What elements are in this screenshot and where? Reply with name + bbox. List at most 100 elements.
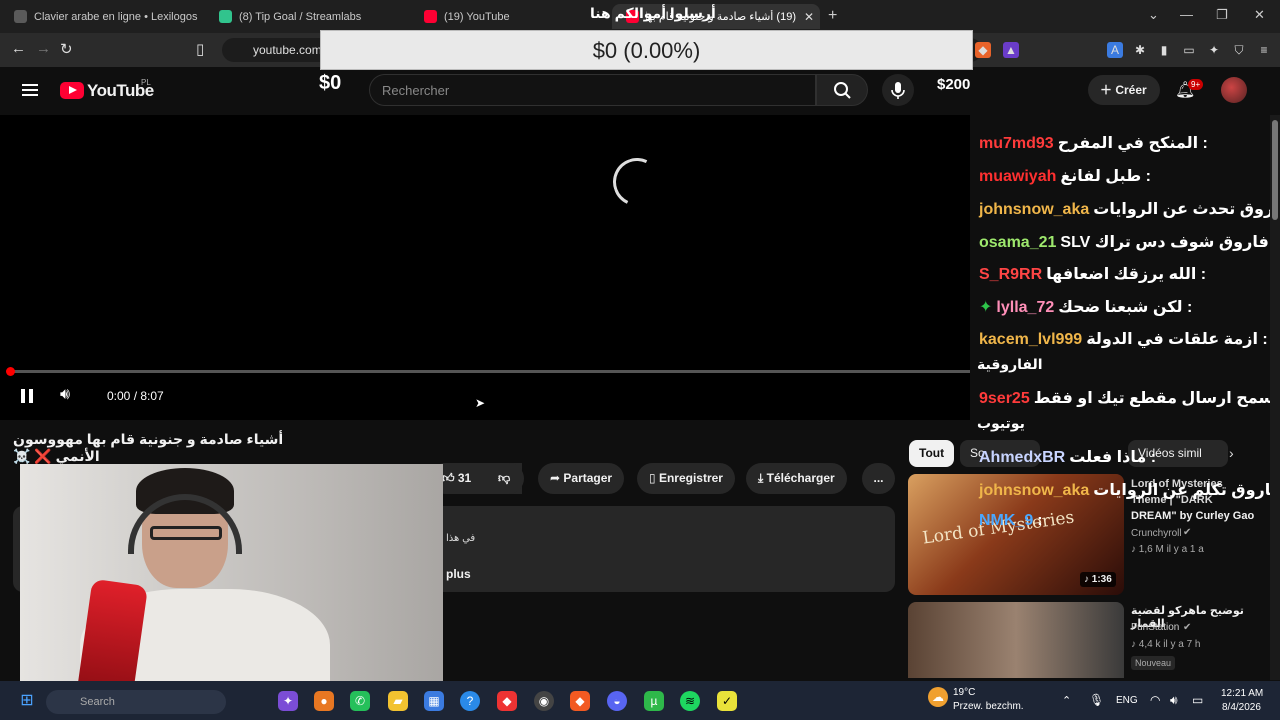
bookmark-icon[interactable]: ▯ <box>196 40 204 58</box>
tray-chevron-icon[interactable]: ⌃ <box>1062 694 1071 707</box>
wifi-icon[interactable]: ◠ <box>1150 693 1160 707</box>
volume-icon[interactable]: 🔊︎ <box>60 386 70 404</box>
utorrent-icon[interactable]: µ <box>644 691 664 711</box>
new-tab-button[interactable]: + <box>828 7 837 25</box>
voice-search-button[interactable] <box>882 74 914 106</box>
firefox-icon[interactable]: ● <box>314 691 334 711</box>
youtube-header: YouTube PL ＋ Créer 🔔︎ 9+ <box>0 67 1280 115</box>
search-placeholder: Rechercher <box>382 83 450 98</box>
tab-title: Clavier arabe en ligne • Lexilogos <box>34 10 198 23</box>
translate-extension-icon[interactable]: A <box>1107 42 1123 58</box>
extensions-icon[interactable]: ✱ <box>1132 42 1148 58</box>
brave-shield-icon[interactable]: ◆ <box>975 42 991 58</box>
scrollbar-thumb[interactable] <box>1272 120 1278 220</box>
battery-icon[interactable]: ▭ <box>1192 693 1203 707</box>
tab-lexilogos[interactable]: Clavier arabe en ligne • Lexilogos <box>0 4 205 29</box>
discord-icon[interactable]: ◒ <box>607 691 627 711</box>
menu-icon[interactable]: ≡ <box>1256 42 1272 58</box>
weather-temp: 19°C <box>953 687 976 698</box>
chat-username: mu7md93 <box>979 135 1054 152</box>
chat-message: ✦ lylla_72: لكن شبعنا ضحك <box>979 297 1192 317</box>
video-progress-bar[interactable] <box>10 370 970 373</box>
keyboard-language[interactable]: ENG <box>1116 695 1138 706</box>
vpn-icon[interactable]: ⛉ <box>1231 42 1247 58</box>
pause-icon[interactable] <box>21 389 33 403</box>
brave-rewards-icon[interactable]: ▲ <box>1003 42 1019 58</box>
forward-arrow-icon[interactable]: → <box>36 40 51 57</box>
video-player[interactable] <box>0 115 970 420</box>
chip-all[interactable]: Tout <box>909 440 955 467</box>
maximize-icon[interactable]: ❐ <box>1216 7 1228 23</box>
chat-message: mu7md93: المنكح في المفرح <box>979 133 1208 153</box>
brave-taskbar-icon[interactable]: ◆ <box>570 691 590 711</box>
recommended-channel-2[interactable]: FunStation <box>1131 622 1179 633</box>
back-arrow-icon[interactable]: ← <box>11 40 26 57</box>
recommended-title-1c[interactable]: DREAM" by Curley Gao <box>1131 510 1254 522</box>
reload-icon[interactable]: ↻ <box>60 40 73 58</box>
chat-text: : فاروق تكلم عن الروايات <box>1093 482 1280 499</box>
description-more-link[interactable]: plus <box>446 567 471 581</box>
file-explorer-icon[interactable]: ▰ <box>388 691 408 711</box>
windows-start-icon[interactable]: ⊞ <box>17 691 37 711</box>
chat-message: muawiyah: طبل لفانغ <box>979 166 1151 186</box>
taskbar-search[interactable]: Search <box>46 690 226 714</box>
recommended-channel-1[interactable]: Crunchyroll <box>1131 528 1182 539</box>
window-close-icon[interactable]: ✕ <box>1254 7 1265 23</box>
app-diamond-icon[interactable]: ◆ <box>497 691 517 711</box>
chat-username: kacem_lvl999 <box>979 331 1083 348</box>
leo-ai-icon[interactable]: ✦ <box>1206 42 1222 58</box>
tab-youtube-home[interactable]: (19) YouTube <box>410 4 610 29</box>
scrubber-handle[interactable] <box>6 367 15 376</box>
plus-icon: ＋ <box>1100 83 1116 97</box>
chat-username: AhmedxBR <box>979 449 1066 466</box>
tasks-check-icon[interactable]: ✓ <box>717 691 737 711</box>
spotify-icon[interactable]: ≋ <box>680 691 700 711</box>
chevron-right-icon[interactable]: › <box>1229 445 1234 461</box>
bookmark-icon: ▯ <box>649 471 659 485</box>
share-button[interactable]: ➦ Partager <box>538 463 625 494</box>
tray-microphone-icon[interactable]: 🎙︎ <box>1089 693 1104 707</box>
download-button[interactable]: ⤓ Télécharger <box>746 463 847 494</box>
copilot-icon[interactable]: ✦ <box>278 691 298 711</box>
tab-streamlabs[interactable]: (8) Tip Goal / Streamlabs <box>205 4 410 29</box>
chat-username: muawiyah <box>979 168 1057 185</box>
more-actions-button[interactable]: ... <box>862 463 895 494</box>
like-count: 31 <box>457 471 472 485</box>
chat-text: : فاروق شوف دس تراك SLV <box>1060 234 1279 251</box>
chat-username: NMK_9 <box>979 512 1034 529</box>
chat-text: : طبل لفانغ <box>1060 168 1151 185</box>
chat-username: lylla_72 <box>996 299 1055 316</box>
minimize-icon[interactable]: — <box>1180 7 1193 22</box>
help-icon[interactable]: ? <box>460 691 480 711</box>
music-note-icon: ♪ <box>1084 574 1092 585</box>
chat-text: : لكن شبعنا ضحك <box>1058 299 1193 316</box>
chat-message: NMK_9: <box>979 512 1043 530</box>
save-button[interactable]: ▯ Enregistrer <box>637 463 735 494</box>
overlay-title: أرسلوا أموالكم هنا <box>590 5 716 21</box>
close-tab-icon[interactable]: ✕ <box>804 10 814 24</box>
chat-badge-icon: ✦ <box>979 299 993 316</box>
store-icon[interactable]: ▦ <box>424 691 444 711</box>
recommended-thumbnail-2[interactable] <box>908 602 1124 678</box>
verified-icon: ✔ <box>1183 527 1192 538</box>
chat-username: S_R9RR <box>979 266 1043 283</box>
obs-icon[interactable]: ◉ <box>534 691 554 711</box>
search-button[interactable] <box>816 74 868 106</box>
account-avatar[interactable] <box>1221 77 1247 103</box>
tab-list-chevron-icon[interactable]: ⌄ <box>1148 7 1159 23</box>
streamer-webcam <box>20 464 443 702</box>
hamburger-menu-icon[interactable] <box>22 84 38 96</box>
video-time: 0:00 / 8:07 <box>107 389 164 403</box>
sidebar-icon[interactable]: ▮ <box>1156 42 1172 58</box>
streamlabs-favicon-icon <box>219 10 232 23</box>
youtube-logo-icon[interactable] <box>60 82 84 99</box>
speaker-icon[interactable]: 🔊︎ <box>1170 693 1178 708</box>
whatsapp-icon[interactable]: ✆ <box>350 691 370 711</box>
chat-text: : ازمة علقات في الدولة <box>1086 331 1268 348</box>
wallet-icon[interactable]: ▭ <box>1181 42 1197 58</box>
create-button[interactable]: ＋ Créer <box>1088 75 1160 105</box>
chat-username: 9ser25 <box>979 390 1030 407</box>
dislike-button[interactable]: 👎︎ <box>488 463 524 494</box>
chat-message: AhmedxBR: ماذا فعلت <box>979 447 1156 467</box>
mouse-cursor-icon: ➤ <box>475 396 486 410</box>
